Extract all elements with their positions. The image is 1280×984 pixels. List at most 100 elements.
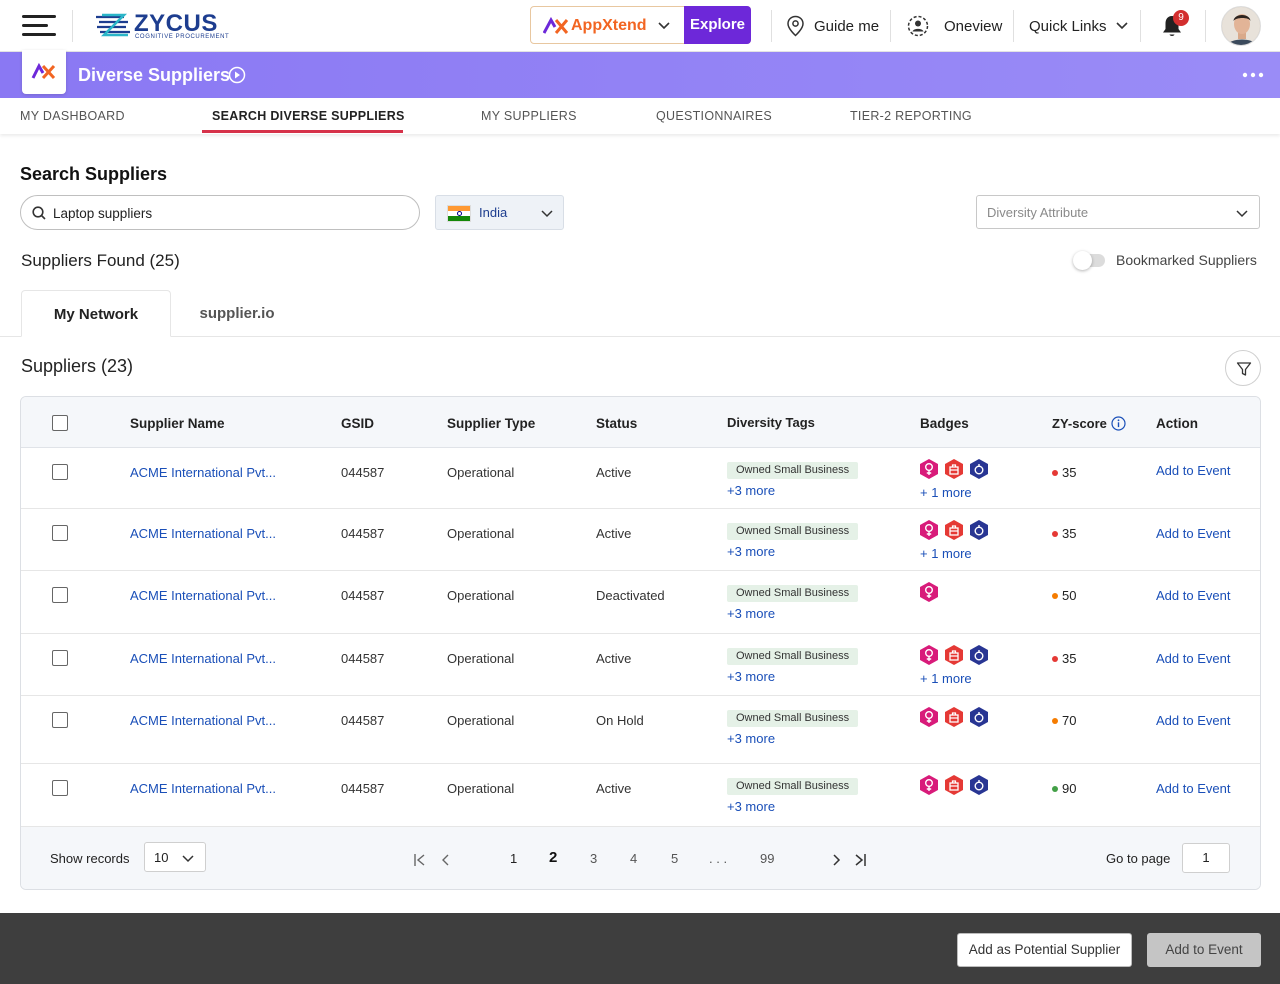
user-avatar[interactable] <box>1221 6 1261 46</box>
page-4[interactable]: 4 <box>630 851 637 866</box>
table-row[interactable]: ACME International Pvt... 044587 Operation… <box>21 571 1260 634</box>
badge-list <box>919 706 989 728</box>
diversity-attribute-select[interactable]: Diversity Attribute <box>976 195 1260 229</box>
more-tags-link[interactable]: +3 more <box>727 799 775 814</box>
page-3[interactable]: 3 <box>590 851 597 866</box>
table-row[interactable]: ACME International Pvt... 044587 Operation… <box>21 764 1260 827</box>
row-checkbox[interactable] <box>52 650 68 666</box>
oneview-button[interactable]: Oneview <box>906 0 1002 52</box>
play-video-icon[interactable] <box>228 66 246 84</box>
supplier-type-value: Operational <box>447 651 515 666</box>
add-to-event-link[interactable]: Add to Event <box>1156 651 1230 666</box>
tab-my-dashboard[interactable]: MY DASHBOARD <box>20 109 125 123</box>
column-action[interactable]: Action <box>1156 416 1198 431</box>
column-gsid[interactable]: GSID <box>341 416 374 431</box>
more-tags-link[interactable]: +3 more <box>727 483 775 498</box>
more-badges-link[interactable]: + 1 more <box>920 546 972 561</box>
more-tags-link[interactable]: +3 more <box>727 731 775 746</box>
supplier-name-link[interactable]: ACME International Pvt... <box>130 465 276 480</box>
country-select[interactable]: India <box>435 195 564 230</box>
last-page-icon[interactable] <box>853 853 867 867</box>
more-tags-link[interactable]: +3 more <box>727 606 775 621</box>
tab-tier-2-reporting[interactable]: TIER-2 REPORTING <box>850 109 972 123</box>
column-diversity-tags[interactable]: Diversity Tags <box>727 415 815 430</box>
go-to-page-input[interactable]: 1 <box>1182 843 1230 873</box>
score-indicator-dot <box>1052 530 1058 537</box>
tab-my-network[interactable]: My Network <box>21 290 171 337</box>
supplier-name-link[interactable]: ACME International Pvt... <box>130 713 276 728</box>
column-zy-score[interactable]: ZY-score <box>1052 416 1107 431</box>
explore-button[interactable]: Explore <box>684 6 751 44</box>
status-value: Deactivated <box>596 588 665 603</box>
filter-button[interactable] <box>1225 350 1261 386</box>
add-to-event-link[interactable]: Add to Event <box>1156 781 1230 796</box>
more-tags-link[interactable]: +3 more <box>727 669 775 684</box>
column-status[interactable]: Status <box>596 416 637 431</box>
add-to-event-link[interactable]: Add to Event <box>1156 463 1230 478</box>
add-to-event-link[interactable]: Add to Event <box>1156 526 1230 541</box>
first-page-icon[interactable] <box>413 853 427 867</box>
tab-supplier-io[interactable]: supplier.io <box>171 290 303 337</box>
records-per-page-select[interactable]: 10 <box>144 842 206 872</box>
guide-me-button[interactable]: Guide me <box>786 0 879 52</box>
add-to-event-link[interactable]: Add to Event <box>1156 713 1230 728</box>
column-supplier-type[interactable]: Supplier Type <box>447 416 535 431</box>
add-to-event-button[interactable]: Add to Event <box>1147 933 1261 967</box>
table-row[interactable]: ACME International Pvt... 044587 Operation… <box>21 634 1260 696</box>
table-row[interactable]: ACME International Pvt... 044587 Operation… <box>21 696 1260 764</box>
gsid-value: 044587 <box>341 713 385 728</box>
gsid-value: 044587 <box>341 588 385 603</box>
table-row[interactable]: ACME International Pvt... 044587 Operation… <box>21 448 1260 509</box>
filter-icon <box>1236 362 1252 376</box>
minority-owned-badge-icon <box>945 645 963 665</box>
app-icon[interactable] <box>22 50 66 94</box>
female-owned-badge-icon <box>920 775 938 795</box>
tab-search-diverse-suppliers[interactable]: SEARCH DIVERSE SUPPLIERS <box>212 109 405 123</box>
column-badges[interactable]: Badges <box>920 416 969 431</box>
next-page-icon[interactable] <box>829 853 843 867</box>
supplier-name-link[interactable]: ACME International Pvt... <box>130 781 276 796</box>
row-checkbox[interactable] <box>52 780 68 796</box>
column-supplier-name[interactable]: Supplier Name <box>130 416 225 431</box>
supplier-type-value: Operational <box>447 588 515 603</box>
pagination-bar: Show records 10 1 2 3 4 5 . . . 99 Go to… <box>21 827 1260 889</box>
row-checkbox[interactable] <box>52 587 68 603</box>
more-options-icon[interactable] <box>1242 72 1264 78</box>
zycus-logo[interactable]: ZYCUS COGNITIVE PROCUREMENT <box>94 10 234 42</box>
supplier-name-link[interactable]: ACME International Pvt... <box>130 588 276 603</box>
notifications-button[interactable]: 9 <box>1160 10 1189 39</box>
page-1[interactable]: 1 <box>510 851 517 866</box>
add-to-event-link[interactable]: Add to Event <box>1156 588 1230 603</box>
appxtend-switcher[interactable]: AppXtend Explore <box>530 6 751 44</box>
page-99[interactable]: 99 <box>760 851 774 866</box>
tab-questionnaires[interactable]: QUESTIONNAIRES <box>656 109 772 123</box>
more-badges-link[interactable]: + 1 more <box>920 671 972 686</box>
row-checkbox[interactable] <box>52 712 68 728</box>
previous-page-icon[interactable] <box>439 853 453 867</box>
search-input[interactable] <box>53 203 403 223</box>
more-tags-link[interactable]: +3 more <box>727 544 775 559</box>
row-checkbox[interactable] <box>52 464 68 480</box>
supplier-name-link[interactable]: ACME International Pvt... <box>130 526 276 541</box>
supplier-name-link[interactable]: ACME International Pvt... <box>130 651 276 666</box>
score-indicator-dot <box>1052 785 1058 792</box>
page-5[interactable]: 5 <box>671 851 678 866</box>
diversity-tag: Owned Small Business <box>727 778 859 795</box>
score-indicator-dot <box>1052 717 1058 724</box>
status-value: Active <box>596 781 632 796</box>
chevron-down-icon[interactable] <box>657 19 671 33</box>
table-row[interactable]: ACME International Pvt... 044587 Operation… <box>21 509 1260 571</box>
hamburger-menu-icon[interactable] <box>22 15 56 37</box>
bookmarked-toggle[interactable] <box>1073 251 1105 270</box>
tab-my-suppliers[interactable]: MY SUPPLIERS <box>481 109 577 123</box>
row-checkbox[interactable] <box>52 525 68 541</box>
diversity-tag: Owned Small Business <box>727 585 859 602</box>
search-field[interactable] <box>20 195 420 230</box>
veteran-owned-badge-icon <box>970 645 988 665</box>
add-potential-supplier-button[interactable]: Add as Potential Supplier <box>957 933 1132 967</box>
select-all-checkbox[interactable] <box>52 415 68 431</box>
quick-links-dropdown[interactable]: Quick Links <box>1029 0 1138 52</box>
page-2-current[interactable]: 2 <box>549 849 557 866</box>
more-badges-link[interactable]: + 1 more <box>920 485 972 500</box>
info-icon[interactable] <box>1111 416 1126 431</box>
